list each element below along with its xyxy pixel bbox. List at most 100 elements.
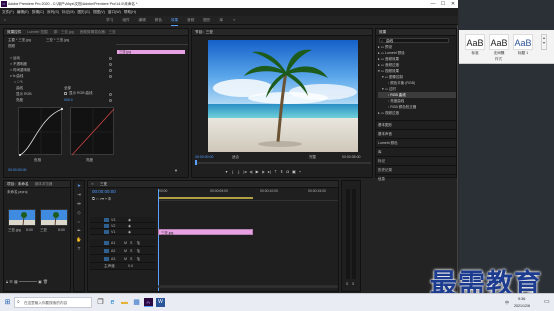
new-item-icon[interactable]: ▣ xyxy=(38,279,42,284)
project-item-image[interactable] xyxy=(8,209,36,226)
trash-icon[interactable]: 🗑︎ xyxy=(43,279,48,284)
a3-mic-icon[interactable]: 🎙︎ xyxy=(136,255,141,263)
a3-solo[interactable]: S xyxy=(130,255,132,263)
workspace-learn[interactable]: 学习 xyxy=(106,16,113,25)
program-scrubber[interactable] xyxy=(195,162,371,164)
nest-icon[interactable]: ⧉ xyxy=(92,196,95,201)
marker-icon[interactable]: ▾ xyxy=(224,169,229,174)
word-taskbar-icon[interactable]: W xyxy=(156,298,165,307)
v3-target[interactable] xyxy=(104,218,109,222)
tab-source[interactable]: 源：三亚.jpg xyxy=(54,29,74,35)
workspace-audio[interactable]: 音频 xyxy=(187,16,194,25)
menu-view[interactable]: 视图(V) xyxy=(93,8,105,16)
step-back-icon[interactable]: ◂| xyxy=(249,169,254,174)
meter-solo-right[interactable]: S xyxy=(352,282,354,286)
workspace-assembly[interactable]: 组件 xyxy=(122,16,129,25)
notification-icon[interactable]: ▭ xyxy=(544,298,550,305)
hand-tool-icon[interactable]: ✋ xyxy=(74,235,84,244)
workspace-editing[interactable]: 编辑 xyxy=(139,16,146,25)
maximize-button[interactable]: ☐ xyxy=(438,0,448,8)
zoom-slider[interactable] xyxy=(18,281,37,283)
tab-effect-controls[interactable]: 效果控件 xyxy=(7,29,21,35)
menu-window[interactable]: 窗口(W) xyxy=(108,8,121,16)
a2-target[interactable] xyxy=(104,249,109,253)
explorer-icon[interactable]: ▬ xyxy=(120,298,129,307)
compare-icon[interactable]: ▣ xyxy=(291,169,296,174)
show-rgb-checkbox[interactable] xyxy=(64,92,67,95)
playhead-marker[interactable] xyxy=(195,160,197,165)
windows-start-icon[interactable]: ⊞ xyxy=(3,298,12,307)
menu-graphics[interactable]: 图形(G) xyxy=(78,8,90,16)
settings-icon[interactable]: + xyxy=(298,169,303,174)
taskbar-search[interactable]: ⌕ 在这里输入你要搜索的内容 xyxy=(14,297,92,308)
keyframe-icon-6[interactable] xyxy=(109,99,112,102)
menu-file[interactable]: 文件(F) xyxy=(2,8,14,16)
section-markers[interactable]: 标记 xyxy=(376,156,456,165)
workspace-effects[interactable]: 效果 xyxy=(170,16,179,26)
pen-tool-icon[interactable]: ✒ xyxy=(74,226,84,235)
timeline-close-icon[interactable]: ✕ xyxy=(91,181,94,187)
workspace-more-icon[interactable]: » xyxy=(233,16,235,25)
a1-mic-icon[interactable]: 🎙︎ xyxy=(136,239,141,247)
tree-video-transitions[interactable]: ▸ ▭ 视频过渡 xyxy=(378,110,456,116)
menu-help[interactable]: 帮助(H) xyxy=(124,8,136,16)
section-info[interactable]: 信息 xyxy=(376,174,456,183)
linked-select-icon[interactable]: ⊶ xyxy=(100,196,104,201)
clip-sequence-label[interactable]: 三亚 * 三亚.jpg xyxy=(46,37,69,43)
section-essential-graphics[interactable]: 基本图形 xyxy=(376,120,456,129)
close-button[interactable]: ✕ xyxy=(448,0,458,8)
v1-target[interactable] xyxy=(104,230,109,234)
tab-audio-mixer[interactable]: 音频剪辑混合器：三亚 xyxy=(80,29,116,35)
tray-lang[interactable]: 中 xyxy=(505,300,509,306)
add-marker-icon[interactable]: ▾ xyxy=(105,196,107,201)
a3-target[interactable] xyxy=(104,257,109,261)
keyframe-icon-2[interactable] xyxy=(109,63,112,66)
workspace-libraries[interactable]: 库 xyxy=(219,16,223,25)
meter-solo-left[interactable]: S xyxy=(346,282,348,286)
menu-edit[interactable]: 编辑(E) xyxy=(17,8,29,16)
a3-mute[interactable]: M xyxy=(124,255,127,263)
section-lumetri-color[interactable]: Lumetri 颜色 xyxy=(376,138,456,147)
selection-tool-icon[interactable]: ➤ xyxy=(74,181,84,190)
effect-controls-timecode[interactable]: 00:00:00:00 xyxy=(8,167,27,173)
menu-marker[interactable]: 标记(M) xyxy=(62,8,75,16)
section-libraries[interactable]: 库 xyxy=(376,147,456,156)
a1-solo[interactable]: S xyxy=(130,239,132,247)
task-view-icon[interactable]: ❐ xyxy=(96,298,105,307)
effect-filter-icon[interactable]: ▼ xyxy=(174,168,178,173)
quality-select[interactable]: 完整 xyxy=(309,154,316,160)
keyframe-icon-4[interactable] xyxy=(109,75,112,78)
track-a1[interactable]: A1 M S 🎙︎ xyxy=(90,239,156,247)
a1-target[interactable] xyxy=(104,241,109,245)
premiere-taskbar-icon[interactable]: Pr xyxy=(144,298,153,307)
curve-graph-red[interactable] xyxy=(70,107,115,156)
workspace-color[interactable]: 颜色 xyxy=(155,16,162,25)
out-icon[interactable]: } xyxy=(236,169,241,174)
list-view-icon[interactable]: ☰ xyxy=(9,279,13,284)
icon-view-icon[interactable]: ▦ xyxy=(14,279,18,284)
keyframe-icon-5[interactable] xyxy=(109,93,112,96)
in-icon[interactable]: { xyxy=(230,169,235,174)
ripple-edit-tool-icon[interactable]: ⇹ xyxy=(74,199,84,208)
track-master[interactable]: 主声道 0.0 xyxy=(90,263,156,270)
a2-solo[interactable]: S xyxy=(130,247,132,255)
brightness-value[interactable]: 000.0 xyxy=(64,97,73,103)
ribbon-scroll-icon[interactable]: ▴ ▾ xyxy=(541,34,547,50)
v2-target[interactable] xyxy=(104,224,109,228)
lift-icon[interactable]: ⇡ xyxy=(273,169,278,174)
menu-sequence[interactable]: 序列(S) xyxy=(47,8,59,16)
tab-program[interactable]: 节目：三亚 xyxy=(195,29,213,35)
project-item-sequence[interactable] xyxy=(40,209,68,226)
type-tool-icon[interactable]: T xyxy=(74,244,84,253)
section-essential-sound[interactable]: 基本声音 xyxy=(376,129,456,138)
slip-tool-icon[interactable]: ⇔ xyxy=(74,217,84,226)
effects-search-field[interactable]: ⌕ 曲线 xyxy=(379,38,449,43)
master-value[interactable]: 0.0 xyxy=(128,263,133,270)
work-area-bar[interactable] xyxy=(158,197,253,199)
step-forward-icon[interactable]: |▸ xyxy=(261,169,266,174)
a2-mute[interactable]: M xyxy=(124,247,127,255)
go-in-icon[interactable]: |◂ xyxy=(242,169,247,174)
timeline-timecode[interactable]: 00:00:00:00 xyxy=(92,189,116,195)
keyframe-icon-3[interactable] xyxy=(109,69,112,72)
track-a2[interactable]: A2 M S 🎙︎ xyxy=(90,247,156,255)
